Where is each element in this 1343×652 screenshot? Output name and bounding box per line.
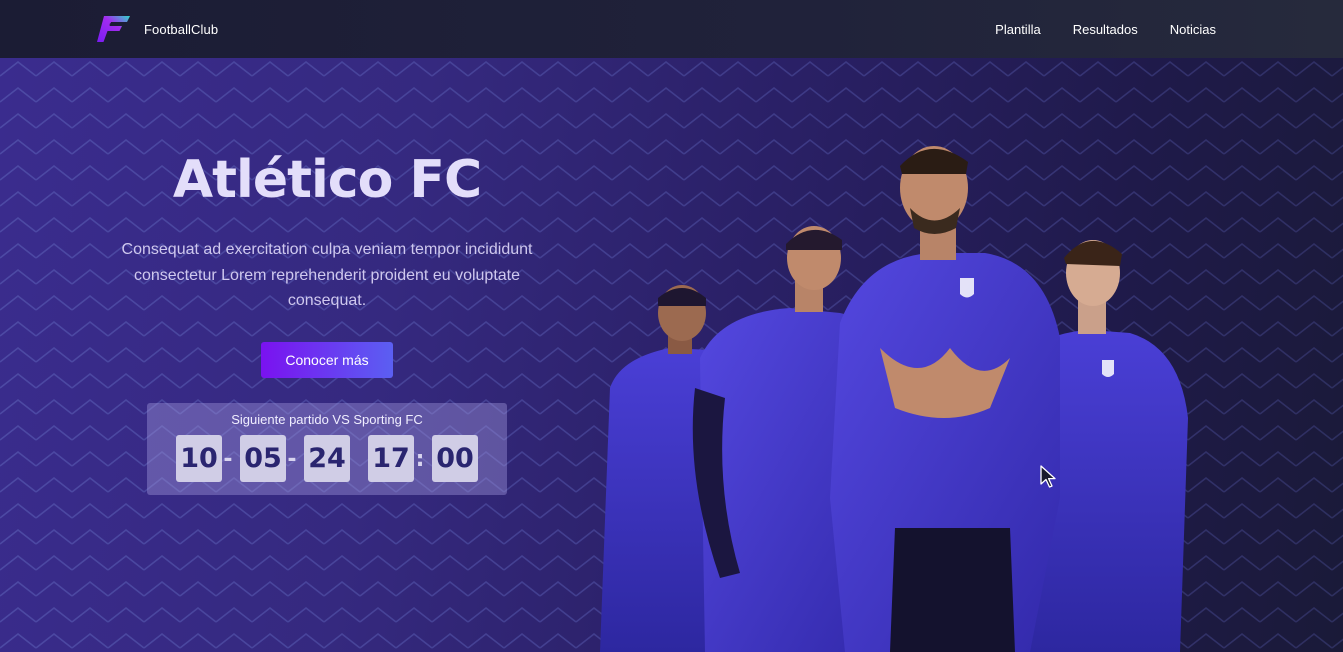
countdown-separator: - [287, 447, 297, 472]
countdown-month: 05 [240, 435, 286, 482]
hero-description: Consequat ad exercitation culpa veniam t… [121, 241, 533, 309]
player-3 [830, 146, 1060, 652]
countdown-separator: : [415, 447, 425, 472]
brand[interactable]: FootballClub [96, 14, 218, 44]
countdown-label: Siguiente partido VS Sporting FC [231, 412, 423, 427]
hero-title: Atlético FC [172, 150, 482, 210]
players-image [600, 146, 1188, 652]
nav-link-plantilla[interactable]: Plantilla [995, 22, 1041, 37]
learn-more-button[interactable]: Conocer más [261, 342, 393, 378]
match-countdown: Siguiente partido VS Sporting FC 10 - 05… [147, 403, 507, 495]
nav-link-noticias[interactable]: Noticias [1170, 22, 1216, 37]
fc-logo-icon [97, 16, 130, 42]
countdown-separator: - [223, 447, 233, 472]
countdown-minute: 00 [432, 435, 478, 482]
mouse-pointer-icon [1040, 465, 1056, 488]
navbar: FootballClub Plantilla Resultados Notici… [0, 0, 1343, 58]
nav-links: Plantilla Resultados Noticias [995, 0, 1216, 58]
countdown-day: 10 [176, 435, 222, 482]
brand-name: FootballClub [144, 21, 219, 37]
countdown-hour: 17 [368, 435, 414, 482]
hero-section: Atlético FC Consequat ad exercitation cu… [0, 58, 1343, 652]
countdown-year: 24 [304, 435, 350, 482]
nav-link-resultados[interactable]: Resultados [1073, 22, 1138, 37]
